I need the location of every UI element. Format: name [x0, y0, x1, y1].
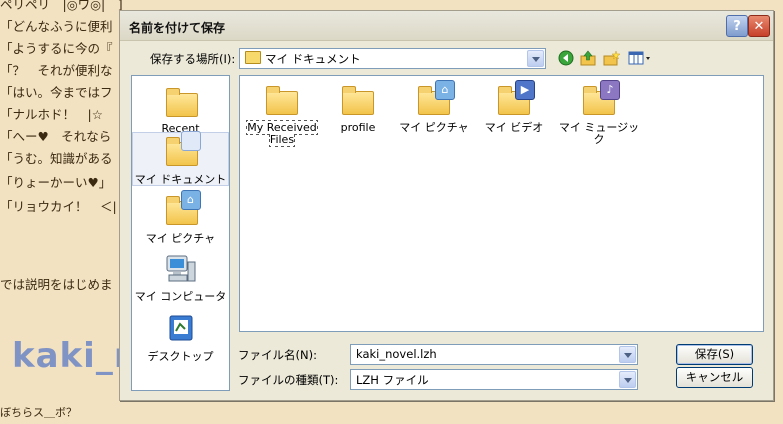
place-label: マイ ピクチャ: [145, 232, 216, 245]
my-documents-icon: [165, 131, 201, 167]
background-text-line: 「ようするに今の『: [0, 41, 113, 56]
folder-icon: [265, 86, 299, 116]
my-computer-icon: [165, 254, 197, 284]
file-label: マイ ミュージック: [558, 121, 640, 146]
background-text-line: 「リョウカイ！ ＜|: [0, 199, 117, 214]
list-item[interactable]: ⌂ マイ ピクチャ: [396, 80, 472, 134]
chevron-down-icon[interactable]: [619, 371, 636, 388]
place-my-computer[interactable]: マイ コンピュータ: [132, 254, 229, 304]
help-button[interactable]: ?: [726, 15, 748, 37]
lookin-value: マイ ドキュメント: [265, 52, 361, 66]
places-bar: Recent マイ ドキュメント ⌂ マイ ピクチャ マイ コンピュータ デスク…: [131, 75, 230, 391]
views-menu-icon[interactable]: [628, 49, 652, 67]
list-item[interactable]: ▶ マイ ビデオ: [476, 80, 552, 134]
file-label: マイ ピクチャ: [399, 121, 469, 134]
dialog-titlebar[interactable]: 名前を付けて保存 ? ✕: [120, 11, 773, 41]
file-label: profile: [340, 121, 376, 134]
background-text-line: 「はい。今まではフ: [0, 85, 113, 100]
place-my-documents[interactable]: マイ ドキュメント: [132, 131, 229, 186]
save-as-dialog: 名前を付けて保存 ? ✕ 保存する場所(I): マイ ドキュメント Recent…: [119, 10, 774, 401]
desktop-icon: [165, 314, 197, 344]
lookin-label: 保存する場所(I):: [150, 52, 236, 66]
music-folder-icon: ♪: [582, 80, 620, 116]
background-text-line: 「うむ。知識がある: [0, 151, 113, 166]
place-label: マイ ドキュメント: [134, 173, 227, 186]
list-item[interactable]: profile: [320, 86, 396, 134]
background-text-line: 「りょーかーい♥」: [0, 175, 112, 190]
place-my-pictures[interactable]: ⌂ マイ ピクチャ: [132, 190, 229, 246]
chevron-down-icon[interactable]: [619, 346, 636, 363]
close-button[interactable]: ✕: [748, 15, 770, 37]
background-text-line: では説明をはじめま: [0, 277, 113, 292]
list-item[interactable]: ♪ マイ ミュージック: [558, 80, 640, 146]
background-text-line: 「へー♥ それなら: [0, 129, 112, 144]
background-text-line: ぼちらス＿ボ？: [0, 406, 77, 419]
filetype-value: LZH ファイル: [356, 373, 429, 387]
background-text-line: 「どんなふうに便利: [0, 19, 113, 34]
file-label: マイ ビデオ: [484, 121, 544, 134]
chevron-down-icon[interactable]: [527, 50, 544, 67]
place-recent[interactable]: Recent: [132, 88, 229, 135]
filetype-label: ファイルの種類(T):: [238, 373, 339, 387]
background-text-line: ペリペリ |◎ワ◎| ]: [0, 0, 123, 12]
filetype-select[interactable]: LZH ファイル: [350, 369, 638, 390]
place-label: マイ コンピュータ: [134, 290, 227, 303]
file-list[interactable]: My Received Files profile ⌂ マイ ピクチャ ▶ マイ…: [239, 75, 764, 332]
place-label: デスクトップ: [147, 350, 214, 363]
folder-icon: [341, 86, 375, 116]
filename-field[interactable]: kaki_novel.lzh: [350, 344, 638, 365]
dialog-title: 名前を付けて保存: [129, 21, 226, 35]
pictures-folder-icon: ⌂: [417, 80, 455, 116]
lookin-combo[interactable]: マイ ドキュメント: [239, 48, 546, 69]
new-folder-icon[interactable]: [603, 49, 621, 67]
video-folder-icon: ▶: [497, 80, 535, 116]
filename-label: ファイル名(N):: [238, 348, 317, 362]
file-label: My Received Files: [246, 120, 318, 147]
background-text-line: 「？ それが便利な: [0, 63, 113, 78]
my-documents-icon: [245, 51, 261, 64]
filename-value: kaki_novel.lzh: [356, 347, 437, 361]
up-folder-icon[interactable]: [579, 49, 597, 67]
recent-folder-icon: [165, 88, 198, 118]
background-text-line: 「ナルホド！ |☆: [0, 107, 103, 122]
place-desktop[interactable]: デスクトップ: [132, 314, 229, 364]
save-button[interactable]: 保存(S): [676, 344, 753, 365]
back-icon[interactable]: [557, 49, 575, 67]
cancel-button[interactable]: キャンセル: [676, 367, 753, 388]
my-pictures-icon: ⌂: [165, 190, 201, 226]
list-item[interactable]: My Received Files: [244, 86, 320, 147]
